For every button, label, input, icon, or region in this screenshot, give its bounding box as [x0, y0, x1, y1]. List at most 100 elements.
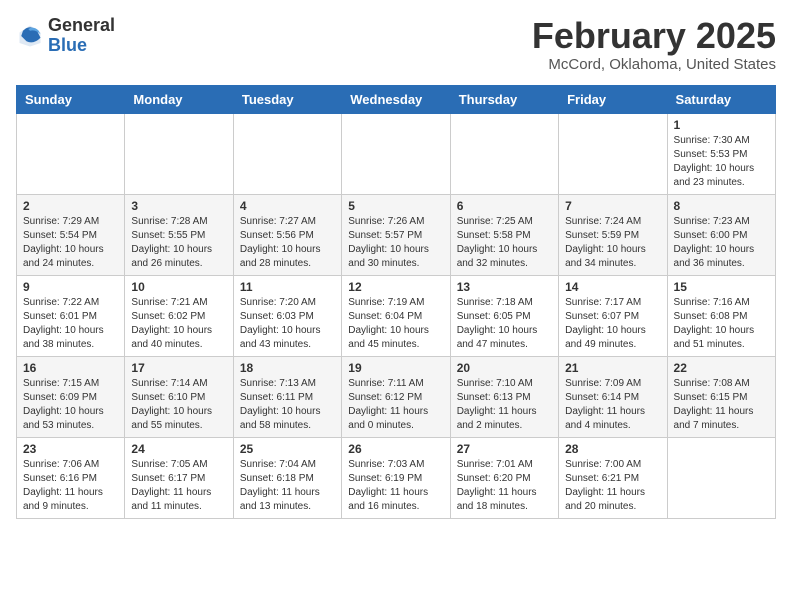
- calendar-cell: 23 Sunrise: 7:06 AM Sunset: 6:16 PM Dayli…: [17, 437, 125, 518]
- day-of-week-thursday: Thursday: [450, 85, 558, 113]
- logo-general-text: General: [48, 15, 115, 35]
- calendar-week-2: 2 Sunrise: 7:29 AM Sunset: 5:54 PM Daylig…: [17, 194, 776, 275]
- calendar-cell: 16 Sunrise: 7:15 AM Sunset: 6:09 PM Dayli…: [17, 356, 125, 437]
- calendar-cell: 13Sunrise: 7:18 AM Sunset: 6:05 PM Dayli…: [450, 275, 558, 356]
- calendar-cell: 9 Sunrise: 7:22 AM Sunset: 6:01 PM Daylig…: [17, 275, 125, 356]
- calendar-cell: 11 Sunrise: 7:20 AM Sunset: 6:03 PM Dayli…: [233, 275, 341, 356]
- day-number: 10: [131, 280, 226, 294]
- calendar-cell: 19 Sunrise: 7:11 AM Sunset: 6:12 PM Dayli…: [342, 356, 450, 437]
- day-info: Sunrise: 7:22 AM Sunset: 6:01 PM Dayligh…: [23, 296, 118, 352]
- calendar-cell: 15 Sunrise: 7:16 AM Sunset: 6:08 PM Dayli…: [667, 275, 775, 356]
- month-title: February 2025: [532, 16, 776, 56]
- day-info: Sunrise: 7:26 AM Sunset: 5:57 PM Dayligh…: [348, 215, 443, 271]
- day-number: 2: [23, 199, 118, 213]
- day-info: Sunrise: 7:20 AM Sunset: 6:03 PM Dayligh…: [240, 296, 335, 352]
- day-number: 20: [457, 361, 552, 375]
- day-info: Sunrise: 7:03 AM Sunset: 6:19 PM Dayligh…: [348, 458, 443, 514]
- calendar-cell: [667, 437, 775, 518]
- day-info: Sunrise: 7:05 AM Sunset: 6:17 PM Dayligh…: [131, 458, 226, 514]
- calendar-cell: 3Sunrise: 7:28 AM Sunset: 5:55 PM Daylig…: [125, 194, 233, 275]
- day-info: Sunrise: 7:11 AM Sunset: 6:12 PM Dayligh…: [348, 377, 443, 433]
- day-info: Sunrise: 7:29 AM Sunset: 5:54 PM Dayligh…: [23, 215, 118, 271]
- day-number: 4: [240, 199, 335, 213]
- calendar-cell: [450, 113, 558, 194]
- day-info: Sunrise: 7:18 AM Sunset: 6:05 PM Dayligh…: [457, 296, 552, 352]
- day-info: Sunrise: 7:13 AM Sunset: 6:11 PM Dayligh…: [240, 377, 335, 433]
- calendar-cell: [559, 113, 667, 194]
- day-info: Sunrise: 7:30 AM Sunset: 5:53 PM Dayligh…: [674, 134, 769, 190]
- logo: General Blue: [16, 16, 115, 56]
- day-info: Sunrise: 7:09 AM Sunset: 6:14 PM Dayligh…: [565, 377, 660, 433]
- day-number: 26: [348, 442, 443, 456]
- day-info: Sunrise: 7:19 AM Sunset: 6:04 PM Dayligh…: [348, 296, 443, 352]
- calendar-week-3: 9 Sunrise: 7:22 AM Sunset: 6:01 PM Daylig…: [17, 275, 776, 356]
- page-header: General Blue February 2025 McCord, Oklah…: [16, 16, 776, 73]
- day-of-week-saturday: Saturday: [667, 85, 775, 113]
- days-of-week-row: SundayMondayTuesdayWednesdayThursdayFrid…: [17, 85, 776, 113]
- calendar-week-4: 16 Sunrise: 7:15 AM Sunset: 6:09 PM Dayli…: [17, 356, 776, 437]
- calendar-cell: 20Sunrise: 7:10 AM Sunset: 6:13 PM Dayli…: [450, 356, 558, 437]
- calendar-cell: 7Sunrise: 7:24 AM Sunset: 5:59 PM Daylig…: [559, 194, 667, 275]
- calendar-body: 1Sunrise: 7:30 AM Sunset: 5:53 PM Daylig…: [17, 113, 776, 518]
- day-number: 22: [674, 361, 769, 375]
- day-of-week-friday: Friday: [559, 85, 667, 113]
- calendar-cell: [125, 113, 233, 194]
- calendar-cell: 25 Sunrise: 7:04 AM Sunset: 6:18 PM Dayli…: [233, 437, 341, 518]
- calendar-header: SundayMondayTuesdayWednesdayThursdayFrid…: [17, 85, 776, 113]
- day-number: 21: [565, 361, 660, 375]
- day-of-week-wednesday: Wednesday: [342, 85, 450, 113]
- day-number: 3: [131, 199, 226, 213]
- calendar-cell: 12 Sunrise: 7:19 AM Sunset: 6:04 PM Dayli…: [342, 275, 450, 356]
- calendar-cell: 21 Sunrise: 7:09 AM Sunset: 6:14 PM Dayli…: [559, 356, 667, 437]
- calendar-cell: 17Sunrise: 7:14 AM Sunset: 6:10 PM Dayli…: [125, 356, 233, 437]
- calendar-cell: 28Sunrise: 7:00 AM Sunset: 6:21 PM Dayli…: [559, 437, 667, 518]
- day-info: Sunrise: 7:24 AM Sunset: 5:59 PM Dayligh…: [565, 215, 660, 271]
- day-number: 19: [348, 361, 443, 375]
- day-info: Sunrise: 7:08 AM Sunset: 6:15 PM Dayligh…: [674, 377, 769, 433]
- day-info: Sunrise: 7:04 AM Sunset: 6:18 PM Dayligh…: [240, 458, 335, 514]
- calendar-table: SundayMondayTuesdayWednesdayThursdayFrid…: [16, 85, 776, 519]
- day-of-week-monday: Monday: [125, 85, 233, 113]
- day-info: Sunrise: 7:14 AM Sunset: 6:10 PM Dayligh…: [131, 377, 226, 433]
- day-info: Sunrise: 7:00 AM Sunset: 6:21 PM Dayligh…: [565, 458, 660, 514]
- calendar-cell: 6 Sunrise: 7:25 AM Sunset: 5:58 PM Daylig…: [450, 194, 558, 275]
- calendar-cell: 8Sunrise: 7:23 AM Sunset: 6:00 PM Daylig…: [667, 194, 775, 275]
- calendar-cell: 14Sunrise: 7:17 AM Sunset: 6:07 PM Dayli…: [559, 275, 667, 356]
- logo-icon: [16, 22, 44, 50]
- calendar-cell: 10 Sunrise: 7:21 AM Sunset: 6:02 PM Dayli…: [125, 275, 233, 356]
- day-number: 9: [23, 280, 118, 294]
- day-number: 15: [674, 280, 769, 294]
- day-of-week-sunday: Sunday: [17, 85, 125, 113]
- calendar-cell: [17, 113, 125, 194]
- calendar-week-1: 1Sunrise: 7:30 AM Sunset: 5:53 PM Daylig…: [17, 113, 776, 194]
- calendar-cell: 4 Sunrise: 7:27 AM Sunset: 5:56 PM Daylig…: [233, 194, 341, 275]
- day-number: 24: [131, 442, 226, 456]
- day-number: 11: [240, 280, 335, 294]
- day-info: Sunrise: 7:06 AM Sunset: 6:16 PM Dayligh…: [23, 458, 118, 514]
- day-info: Sunrise: 7:17 AM Sunset: 6:07 PM Dayligh…: [565, 296, 660, 352]
- calendar-cell: 22 Sunrise: 7:08 AM Sunset: 6:15 PM Dayli…: [667, 356, 775, 437]
- calendar-cell: [342, 113, 450, 194]
- calendar-cell: 2 Sunrise: 7:29 AM Sunset: 5:54 PM Daylig…: [17, 194, 125, 275]
- day-info: Sunrise: 7:27 AM Sunset: 5:56 PM Dayligh…: [240, 215, 335, 271]
- calendar-cell: [233, 113, 341, 194]
- day-info: Sunrise: 7:01 AM Sunset: 6:20 PM Dayligh…: [457, 458, 552, 514]
- day-number: 5: [348, 199, 443, 213]
- calendar-cell: 27Sunrise: 7:01 AM Sunset: 6:20 PM Dayli…: [450, 437, 558, 518]
- day-info: Sunrise: 7:23 AM Sunset: 6:00 PM Dayligh…: [674, 215, 769, 271]
- title-section: February 2025 McCord, Oklahoma, United S…: [532, 16, 776, 73]
- logo-text: General Blue: [48, 16, 115, 56]
- day-number: 25: [240, 442, 335, 456]
- day-info: Sunrise: 7:21 AM Sunset: 6:02 PM Dayligh…: [131, 296, 226, 352]
- logo-blue-text: Blue: [48, 35, 87, 55]
- day-number: 12: [348, 280, 443, 294]
- location: McCord, Oklahoma, United States: [532, 56, 776, 73]
- day-number: 23: [23, 442, 118, 456]
- day-info: Sunrise: 7:15 AM Sunset: 6:09 PM Dayligh…: [23, 377, 118, 433]
- day-info: Sunrise: 7:25 AM Sunset: 5:58 PM Dayligh…: [457, 215, 552, 271]
- day-number: 6: [457, 199, 552, 213]
- day-number: 16: [23, 361, 118, 375]
- day-info: Sunrise: 7:16 AM Sunset: 6:08 PM Dayligh…: [674, 296, 769, 352]
- calendar-cell: 18Sunrise: 7:13 AM Sunset: 6:11 PM Dayli…: [233, 356, 341, 437]
- calendar-cell: 26 Sunrise: 7:03 AM Sunset: 6:19 PM Dayli…: [342, 437, 450, 518]
